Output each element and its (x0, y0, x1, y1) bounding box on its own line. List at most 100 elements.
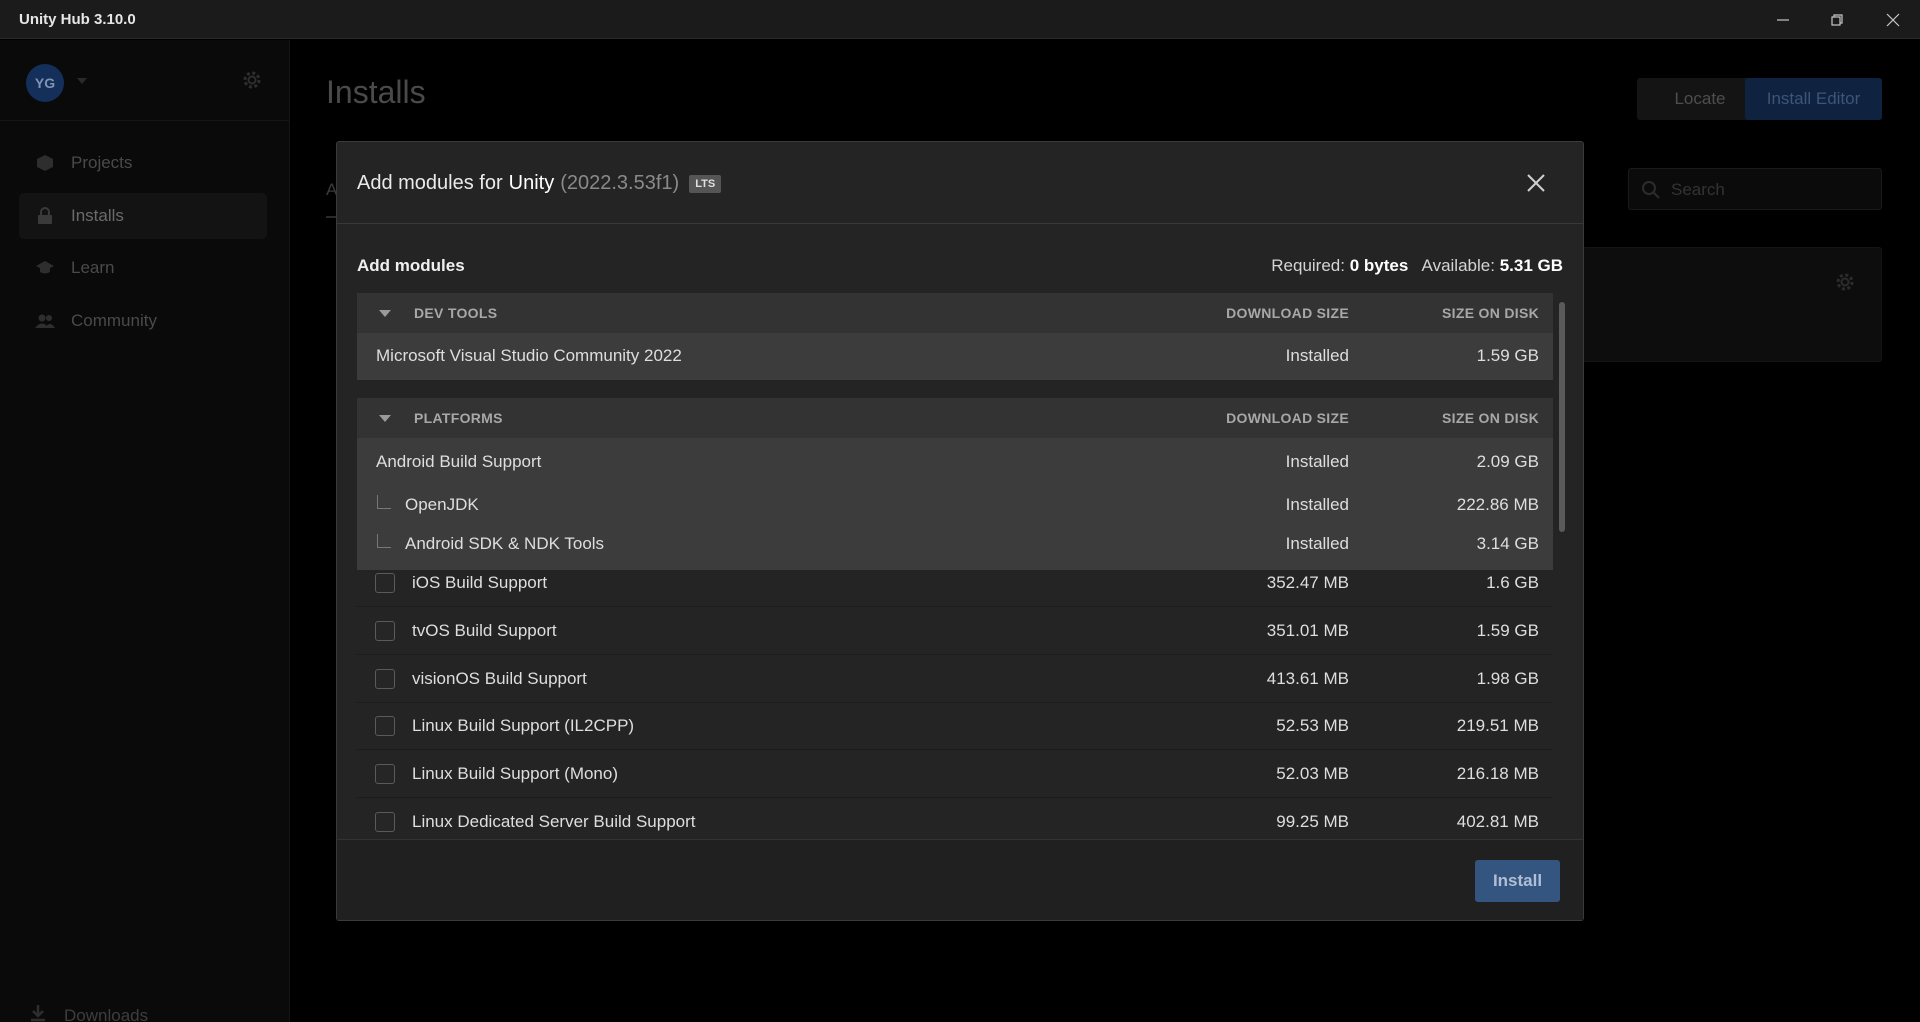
row-divider (357, 797, 1553, 798)
module-name: OpenJDK (405, 495, 479, 514)
page-title: Installs (326, 74, 426, 110)
maximize-button[interactable] (1810, 0, 1864, 39)
required-value: 0 bytes (1349, 256, 1409, 275)
col-download-size: DOWNLOAD SIZE (1226, 305, 1349, 321)
sidebar: YG Projects Installs Learn Community Dow… (0, 40, 290, 1022)
row-divider (357, 606, 1553, 607)
dialog-title-product: Unity (508, 172, 555, 194)
col-download-size: DOWNLOAD SIZE (1226, 410, 1349, 426)
sidebar-item-label: Installs (71, 206, 124, 225)
module-row[interactable]: iOS Build Support 352.47 MB 1.6 GB (357, 573, 1553, 595)
col-size-on-disk: SIZE ON DISK (1442, 305, 1539, 321)
lts-badge: LTS (689, 174, 722, 193)
module-row: Android Build Support Installed 2.09 GB (357, 452, 1553, 474)
module-row[interactable]: Linux Build Support (IL2CPP) 52.53 MB 21… (357, 716, 1553, 738)
close-icon (1527, 174, 1545, 192)
module-size-on-disk: 3.14 GB (1476, 534, 1539, 553)
row-divider (357, 654, 1553, 655)
module-name: Linux Dedicated Server Build Support (412, 812, 696, 831)
chevron-down-icon[interactable] (76, 77, 88, 85)
module-download-size: 351.01 MB (1266, 621, 1349, 640)
module-size-on-disk: 1.98 GB (1476, 669, 1539, 688)
sidebar-item-label: Learn (71, 258, 115, 277)
available-value: 5.31 GB (1499, 256, 1563, 275)
search-placeholder: Search (1671, 180, 1725, 199)
avatar[interactable]: YG (26, 64, 64, 102)
module-download-size: 413.61 MB (1266, 669, 1349, 688)
module-size-on-disk: 2.09 GB (1476, 452, 1539, 471)
module-download-size: Installed (1285, 346, 1349, 365)
sidebar-item-learn[interactable]: Learn (19, 245, 267, 291)
scrollbar-thumb[interactable] (1559, 302, 1565, 532)
section-name: DEV TOOLS (414, 305, 498, 321)
module-name: Microsoft Visual Studio Community 2022 (376, 346, 682, 365)
row-divider (357, 702, 1553, 703)
minimize-button[interactable] (1756, 0, 1810, 39)
sidebar-item-label: Community (71, 311, 157, 330)
chevron-down-icon (379, 310, 391, 317)
module-download-size: Installed (1285, 495, 1349, 514)
module-size-on-disk: 1.59 GB (1476, 346, 1539, 365)
search-icon (1642, 181, 1660, 199)
module-name: tvOS Build Support (412, 621, 557, 640)
module-name: Android Build Support (376, 452, 542, 471)
dialog-footer: Install (337, 839, 1583, 920)
chevron-down-icon (379, 415, 391, 422)
module-download-size: Installed (1285, 534, 1349, 553)
col-size-on-disk: SIZE ON DISK (1442, 410, 1539, 426)
module-size-on-disk: 402.81 MB (1456, 812, 1539, 831)
close-window-button[interactable] (1866, 0, 1920, 39)
module-row: Microsoft Visual Studio Community 2022 I… (357, 346, 1553, 368)
module-download-size: 99.25 MB (1276, 812, 1349, 831)
module-row[interactable]: Linux Build Support (Mono) 52.03 MB 216.… (357, 764, 1553, 786)
module-row[interactable]: visionOS Build Support 413.61 MB 1.98 GB (357, 669, 1553, 691)
module-name: Android SDK & NDK Tools (405, 534, 605, 553)
dialog-title-version: (2022.3.53f1) (560, 172, 680, 194)
dialog-title-prefix: Add modules for (357, 172, 503, 194)
module-row[interactable]: tvOS Build Support 351.01 MB 1.59 GB (357, 621, 1553, 643)
install-editor-button[interactable]: Install Editor (1745, 78, 1882, 120)
space-info: Required: 0 bytes Available: 5.31 GB (1271, 256, 1563, 276)
sidebar-item-projects[interactable]: Projects (19, 140, 267, 186)
row-divider (357, 749, 1553, 750)
module-download-size: 52.03 MB (1276, 764, 1349, 783)
install-card (1582, 247, 1882, 362)
add-modules-dialog: Add modules for Unity (2022.3.53f1) LTS … (336, 141, 1584, 921)
module-size-on-disk: 1.6 GB (1486, 573, 1539, 592)
close-icon (1886, 13, 1900, 26)
downloads-button[interactable]: Downloads (30, 1004, 148, 1022)
app-title: Unity Hub 3.10.0 (19, 11, 136, 28)
gear-icon[interactable] (1833, 270, 1857, 294)
gear-icon[interactable] (240, 68, 264, 92)
module-name: visionOS Build Support (412, 669, 587, 688)
install-button[interactable]: Install (1475, 860, 1560, 902)
close-dialog-button[interactable] (1523, 170, 1549, 196)
module-row: OpenJDK Installed 222.86 MB (357, 495, 1553, 517)
module-size-on-disk: 216.18 MB (1456, 764, 1539, 783)
available-label: Available: (1421, 256, 1495, 275)
downloads-label: Downloads (64, 1005, 149, 1022)
module-row[interactable]: Linux Dedicated Server Build Support 99.… (357, 812, 1553, 834)
dialog-header: Add modules for Unity (2022.3.53f1) LTS (337, 142, 1583, 224)
lock-icon (35, 206, 55, 226)
module-download-size: Installed (1285, 452, 1349, 471)
search-input[interactable]: Search (1628, 168, 1882, 210)
section-header-dev-tools[interactable]: DEV TOOLS DOWNLOAD SIZE SIZE ON DISK (357, 293, 1553, 333)
sidebar-item-community[interactable]: Community (19, 298, 267, 344)
section-header-platforms[interactable]: PLATFORMS DOWNLOAD SIZE SIZE ON DISK (357, 398, 1553, 438)
module-download-size: 52.53 MB (1276, 716, 1349, 735)
restore-icon (1831, 13, 1843, 26)
module-size-on-disk: 222.86 MB (1456, 495, 1539, 514)
download-icon (30, 1004, 46, 1022)
people-icon (35, 311, 55, 331)
required-label: Required: (1271, 256, 1345, 275)
module-size-on-disk: 219.51 MB (1456, 716, 1539, 735)
sidebar-divider (0, 120, 290, 121)
section-name: PLATFORMS (414, 410, 503, 426)
module-name: Linux Build Support (IL2CPP) (412, 716, 635, 735)
minimize-icon (1777, 18, 1789, 21)
cube-icon (35, 153, 55, 173)
sidebar-item-label: Projects (71, 153, 133, 172)
sidebar-item-installs[interactable]: Installs (19, 193, 267, 239)
module-row: Android SDK & NDK Tools Installed 3.14 G… (357, 534, 1553, 556)
